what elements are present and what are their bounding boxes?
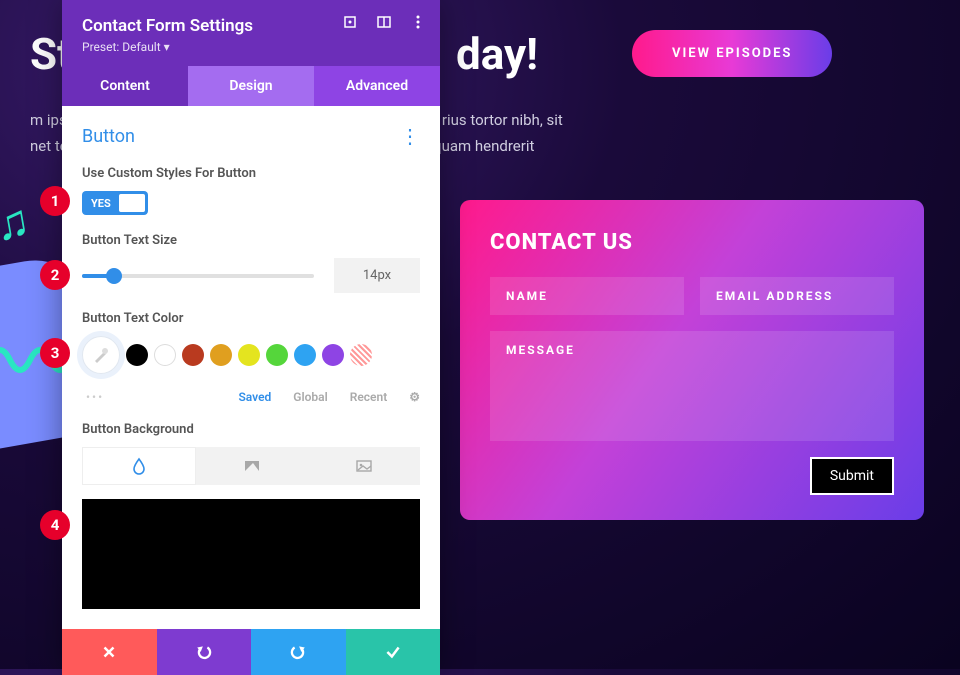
bg-color-preview[interactable] [82,499,420,609]
text-size-value[interactable]: 14px [334,258,420,293]
email-field[interactable]: EMAIL ADDRESS [700,277,894,315]
bg-label: Button Background [82,422,420,437]
swatch-yellow[interactable] [238,344,260,366]
section-title[interactable]: Button ⋮ [82,124,420,148]
view-episodes-button[interactable]: VIEW EPISODES [632,30,832,77]
step-badge-2: 2 [40,260,70,290]
swatch-blue[interactable] [294,344,316,366]
bg-tab-image[interactable] [308,447,420,485]
subtab-gear-icon[interactable]: ⚙ [409,390,420,404]
message-field[interactable]: MESSAGE [490,331,894,441]
step-badge-3: 3 [40,338,70,368]
panel-header: Contact Form Settings Preset: Default ▾ [62,0,440,66]
tab-content[interactable]: Content [62,66,188,106]
subtab-recent[interactable]: Recent [350,390,388,404]
step-badge-4: 4 [40,510,70,540]
panel-footer [62,629,440,675]
swatch-black[interactable] [126,344,148,366]
close-button[interactable] [62,629,157,675]
tab-advanced[interactable]: Advanced [314,66,440,106]
submit-button[interactable]: Submit [810,457,894,495]
toggle-knob [119,194,145,212]
tab-design[interactable]: Design [188,66,314,106]
subtab-global[interactable]: Global [293,390,327,404]
subtab-saved[interactable]: Saved [238,390,271,404]
bg-tab-gradient[interactable] [196,447,308,485]
panel-tabs: Content Design Advanced [62,66,440,106]
redo-button[interactable] [251,629,346,675]
swatch-white[interactable] [154,344,176,366]
swatch-purple[interactable] [322,344,344,366]
more-icon[interactable] [410,14,426,30]
music-note-icon: ♫ [0,192,34,252]
text-color-label: Button Text Color [82,311,420,326]
custom-styles-label: Use Custom Styles For Button [82,166,420,181]
swatch-green[interactable] [266,344,288,366]
swatch-brick[interactable] [182,344,204,366]
custom-styles-toggle[interactable]: YES [82,191,148,215]
expand-icon[interactable] [342,14,358,30]
swatch-more-icon[interactable]: ••• [86,390,104,404]
panel-preset[interactable]: Preset: Default ▾ [82,40,420,54]
hero-heading-right: day! [456,28,538,80]
save-button[interactable] [346,629,441,675]
swatch-picker[interactable] [82,336,120,374]
color-swatches [82,336,420,374]
contact-title: CONTACT US [490,230,894,255]
swatch-orange[interactable] [210,344,232,366]
text-size-label: Button Text Size [82,233,420,248]
text-size-slider[interactable] [82,274,314,278]
contact-form-preview: CONTACT US NAME EMAIL ADDRESS MESSAGE Su… [460,200,924,520]
section-menu-icon[interactable]: ⋮ [400,124,420,148]
columns-icon[interactable] [376,14,392,30]
name-field[interactable]: NAME [490,277,684,315]
swatch-transparent[interactable] [350,344,372,366]
step-badge-1: 1 [40,186,70,216]
bg-tab-color[interactable] [82,447,196,485]
settings-panel: Contact Form Settings Preset: Default ▾ … [62,0,440,675]
undo-button[interactable] [157,629,252,675]
